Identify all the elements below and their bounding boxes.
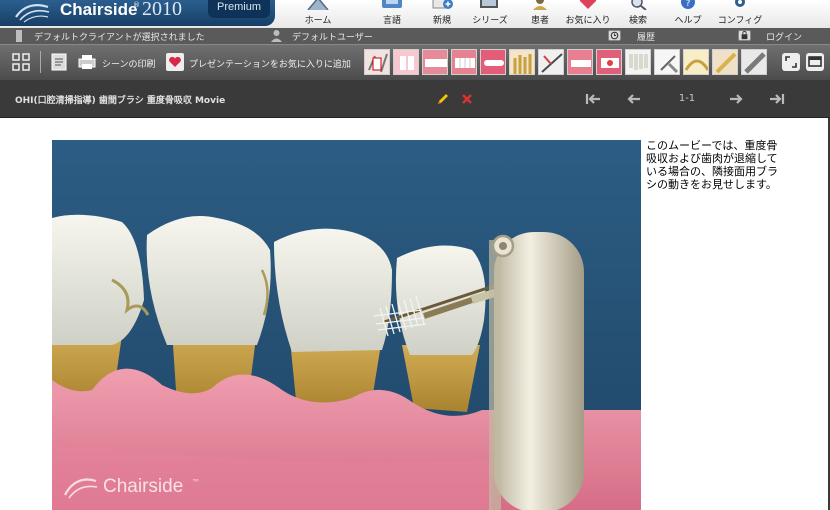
user-icon: [271, 30, 282, 42]
layout-grid-icon[interactable]: [12, 53, 30, 71]
nav-new-label: 新規: [432, 16, 451, 26]
scene-thumbnail-12[interactable]: [683, 49, 709, 75]
nav-search[interactable]: 検索: [613, 0, 663, 28]
scene-toolbar: シーンの印刷 プレゼンテーションをお気に入りに追加: [0, 44, 830, 80]
tooth-thumbnail-icon: [568, 50, 592, 74]
movie-player[interactable]: [52, 140, 641, 510]
history-label[interactable]: 履歴: [637, 30, 655, 43]
nav-config[interactable]: コンフィグ: [715, 0, 765, 28]
tooth-thumbnail-icon: [626, 50, 650, 74]
app-year: 2010: [142, 0, 182, 20]
home-icon: [307, 0, 329, 10]
edit-pencil-icon[interactable]: [436, 92, 450, 106]
nav-help-label: ヘルプ: [674, 16, 702, 26]
breadcrumb: OHI(口腔清掃指導) 歯間ブラシ 重度骨吸収 Movie: [15, 96, 226, 106]
scene-thumbnail-7[interactable]: [538, 49, 564, 75]
client-icon: [16, 30, 22, 42]
tooth-thumbnail-icon: [365, 50, 389, 74]
tooth-thumbnail-icon: [713, 50, 737, 74]
tooth-thumbnail-icon: [423, 50, 447, 74]
nav-language-label: 言語: [382, 16, 401, 26]
history-icon[interactable]: [608, 30, 621, 41]
window-icon[interactable]: [806, 53, 824, 71]
nav-home[interactable]: ホーム: [293, 0, 343, 28]
delete-icon[interactable]: [461, 93, 473, 105]
tooth-thumbnail-icon: [394, 50, 418, 74]
edition-badge: Premium: [208, 0, 270, 18]
login-label[interactable]: ログイン: [766, 30, 802, 43]
nav-search-label: 検索: [628, 16, 647, 26]
next-page-icon[interactable]: [728, 91, 744, 107]
app-name: Chairside: [60, 0, 138, 19]
watermark-trademark: ™: [192, 478, 200, 487]
toolbar-divider: [40, 51, 41, 73]
tooth-thumbnail-icon: [655, 50, 679, 74]
nav-help[interactable]: ? ヘルプ: [663, 0, 713, 28]
tooth-thumbnail-icon: [742, 50, 766, 74]
nav-new[interactable]: 新規: [417, 0, 467, 28]
interdental-brush-animation-frame: [52, 140, 641, 510]
watermark-text: Chairside: [103, 476, 184, 497]
status-bar: デフォルトクライアントが選択されました デフォルトユーザー 履歴 ログイン: [0, 28, 830, 44]
search-icon: [631, 0, 647, 10]
heart-icon[interactable]: [166, 53, 184, 71]
client-status-text: デフォルトクライアントが選択されました: [34, 33, 205, 43]
nav-favorites[interactable]: お気に入り: [563, 0, 613, 28]
fullscreen-icon[interactable]: [782, 53, 800, 71]
movie-description: このムービーでは、重度骨吸収および歯肉が退縮している場合の、隣接面用ブラシの動き…: [646, 139, 778, 191]
page-counter: 1-1: [678, 93, 696, 104]
add-favorite-button[interactable]: プレゼンテーションをお気に入りに追加: [189, 57, 351, 70]
tooth-thumbnail-icon: [539, 50, 563, 74]
previous-page-icon[interactable]: [626, 91, 642, 107]
presentation-header: OHI(口腔清掃指導) 歯間ブラシ 重度骨吸収 Movie 1-1: [0, 80, 830, 118]
lock-icon[interactable]: [738, 30, 751, 41]
scene-thumbnail-8[interactable]: [567, 49, 593, 75]
nav-series-label: シリーズ: [472, 16, 508, 26]
series-icon: [480, 0, 498, 8]
scene-thumbnail-14[interactable]: [741, 49, 767, 75]
scene-thumbnail-10[interactable]: [625, 49, 651, 75]
tooth-thumbnail-icon: [481, 50, 505, 74]
help-icon: ?: [681, 0, 695, 9]
scene-thumbnail-5[interactable]: [480, 49, 506, 75]
scene-thumbnail-13[interactable]: [712, 49, 738, 75]
app-trademark: ®: [133, 1, 140, 9]
print-icon[interactable]: [78, 53, 96, 71]
nav-config-label: コンフィグ: [717, 16, 763, 26]
scene-thumbnail-2[interactable]: [393, 49, 419, 75]
nav-favorites-label: お気に入り: [565, 16, 611, 26]
scene-thumbnail-6[interactable]: [509, 49, 535, 75]
patient-icon: [533, 0, 547, 10]
new-icon: [432, 0, 453, 9]
document-icon[interactable]: [50, 53, 68, 71]
nav-patient-label: 患者: [530, 16, 549, 26]
scene-thumbnail-11[interactable]: [654, 49, 680, 75]
favorites-icon: [579, 0, 597, 9]
nav-language[interactable]: 言語: [367, 0, 417, 28]
tooth-thumbnail-icon: [510, 50, 534, 74]
svg-text:?: ?: [686, 0, 691, 9]
config-icon: [735, 0, 745, 7]
print-scene-button[interactable]: シーンの印刷: [102, 57, 156, 70]
nav-series[interactable]: シリーズ: [465, 0, 515, 28]
language-icon: [382, 0, 402, 8]
tooth-thumbnail-icon: [597, 50, 621, 74]
chairside-logo-icon: [15, 4, 50, 23]
tooth-thumbnail-icon: [452, 50, 476, 74]
scene-thumbnail-3[interactable]: [422, 49, 448, 75]
top-navigation-bar: Chairside ® 2010 Premium ホーム 言語 新規 シリーズ …: [0, 0, 830, 28]
nav-home-label: ホーム: [304, 16, 332, 26]
user-status-text[interactable]: デフォルトユーザー: [292, 30, 373, 43]
brand-banner: Chairside ® 2010 Premium: [0, 0, 275, 26]
nav-patient[interactable]: 患者: [515, 0, 565, 28]
scene-thumbnail-9[interactable]: [596, 49, 622, 75]
scene-thumbnail-4[interactable]: [451, 49, 477, 75]
tooth-thumbnail-icon: [684, 50, 708, 74]
last-page-icon[interactable]: [768, 91, 786, 107]
scene-thumbnail-1[interactable]: [364, 49, 390, 75]
watermark-logo-icon: [64, 478, 98, 499]
first-page-icon[interactable]: [584, 91, 602, 107]
